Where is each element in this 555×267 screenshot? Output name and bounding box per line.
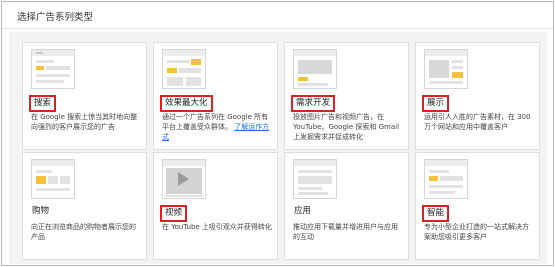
campaign-card-name: 智能 xyxy=(422,205,450,222)
campaign-card-demand-gen[interactable]: 需求开发 投放图片广告和视频广告，在 YouTube、Google 探索和 Gm… xyxy=(284,42,409,150)
campaign-card-video[interactable]: 视频 在 YouTube 上吸引观众并获得转化 xyxy=(153,152,278,260)
campaign-card-smart[interactable]: 智能 专为小型企业打造的一站式解决方案助您吸引更多客户 xyxy=(415,152,540,260)
campaign-card-description: 在 YouTube 上吸引观众并获得转化 xyxy=(162,223,272,231)
campaign-card-description: 通过一个广告系列在 Google 所有平台上覆盖受众群体。 了解运作方式 xyxy=(162,112,273,142)
campaign-card-name: 应用 xyxy=(294,206,312,216)
shopping-thumbnail-icon xyxy=(31,159,75,199)
campaign-card-name: 效果最大化 xyxy=(160,95,213,112)
campaign-card-name: 需求开发 xyxy=(291,95,336,112)
search-thumbnail-icon xyxy=(31,49,75,89)
campaign-card-search[interactable]: 搜索 在 Google 搜索上惊当其时地向整向强烈的客户展示您的广告 xyxy=(22,42,147,150)
campaign-card-name: 展示 xyxy=(422,95,450,112)
campaign-card-shopping[interactable]: 购物 向正在浏览商品的购物者展示您的产品 xyxy=(22,152,147,260)
campaign-card-description: 投放图片广告和视频广告，在 YouTube、Google 探索和 Gmail 上… xyxy=(293,113,400,141)
campaign-type-grid: 搜索 在 Google 搜索上惊当其时地向整向强烈的客户展示您的广告 效果最大化… xyxy=(9,32,547,264)
video-thumbnail-icon xyxy=(162,159,206,199)
campaign-card-description: 推动应用下载量并增进用户与应用的互动 xyxy=(293,223,398,241)
campaign-card-app[interactable]: 应用 推动应用下载量并增进用户与应用的互动 xyxy=(284,152,409,260)
header-divider xyxy=(2,28,553,29)
campaign-card-description: 专为小型企业打造的一站式解决方案助您吸引更多客户 xyxy=(424,223,529,241)
campaign-card-description: 运用引人入胜的广告素材，在 300 万个网站和应用中覆盖客户 xyxy=(424,113,531,131)
app-thumbnail-icon xyxy=(293,159,337,199)
campaign-type-dialog: 选择广告系列类型 搜索 在 Google 搜索上惊当其时地向整向强烈的客户展示您… xyxy=(1,1,554,266)
demand-gen-thumbnail-icon xyxy=(293,49,337,89)
campaign-card-description: 向正在浏览商品的购物者展示您的产品 xyxy=(31,223,136,241)
campaign-card-name: 搜索 xyxy=(29,95,57,112)
display-thumbnail-icon xyxy=(424,49,468,89)
campaign-card-performance-max[interactable]: 效果最大化 通过一个广告系列在 Google 所有平台上覆盖受众群体。 了解运作… xyxy=(153,42,278,150)
performance-max-thumbnail-icon xyxy=(162,49,206,89)
campaign-card-name: 视频 xyxy=(160,205,188,222)
page-title: 选择广告系列类型 xyxy=(17,12,94,23)
smart-thumbnail-icon xyxy=(424,159,468,199)
campaign-card-display[interactable]: 展示 运用引人入胜的广告素材，在 300 万个网站和应用中覆盖客户 xyxy=(415,42,540,150)
campaign-card-name: 购物 xyxy=(32,206,50,216)
campaign-card-description: 在 Google 搜索上惊当其时地向整向强烈的客户展示您的广告 xyxy=(31,113,138,131)
